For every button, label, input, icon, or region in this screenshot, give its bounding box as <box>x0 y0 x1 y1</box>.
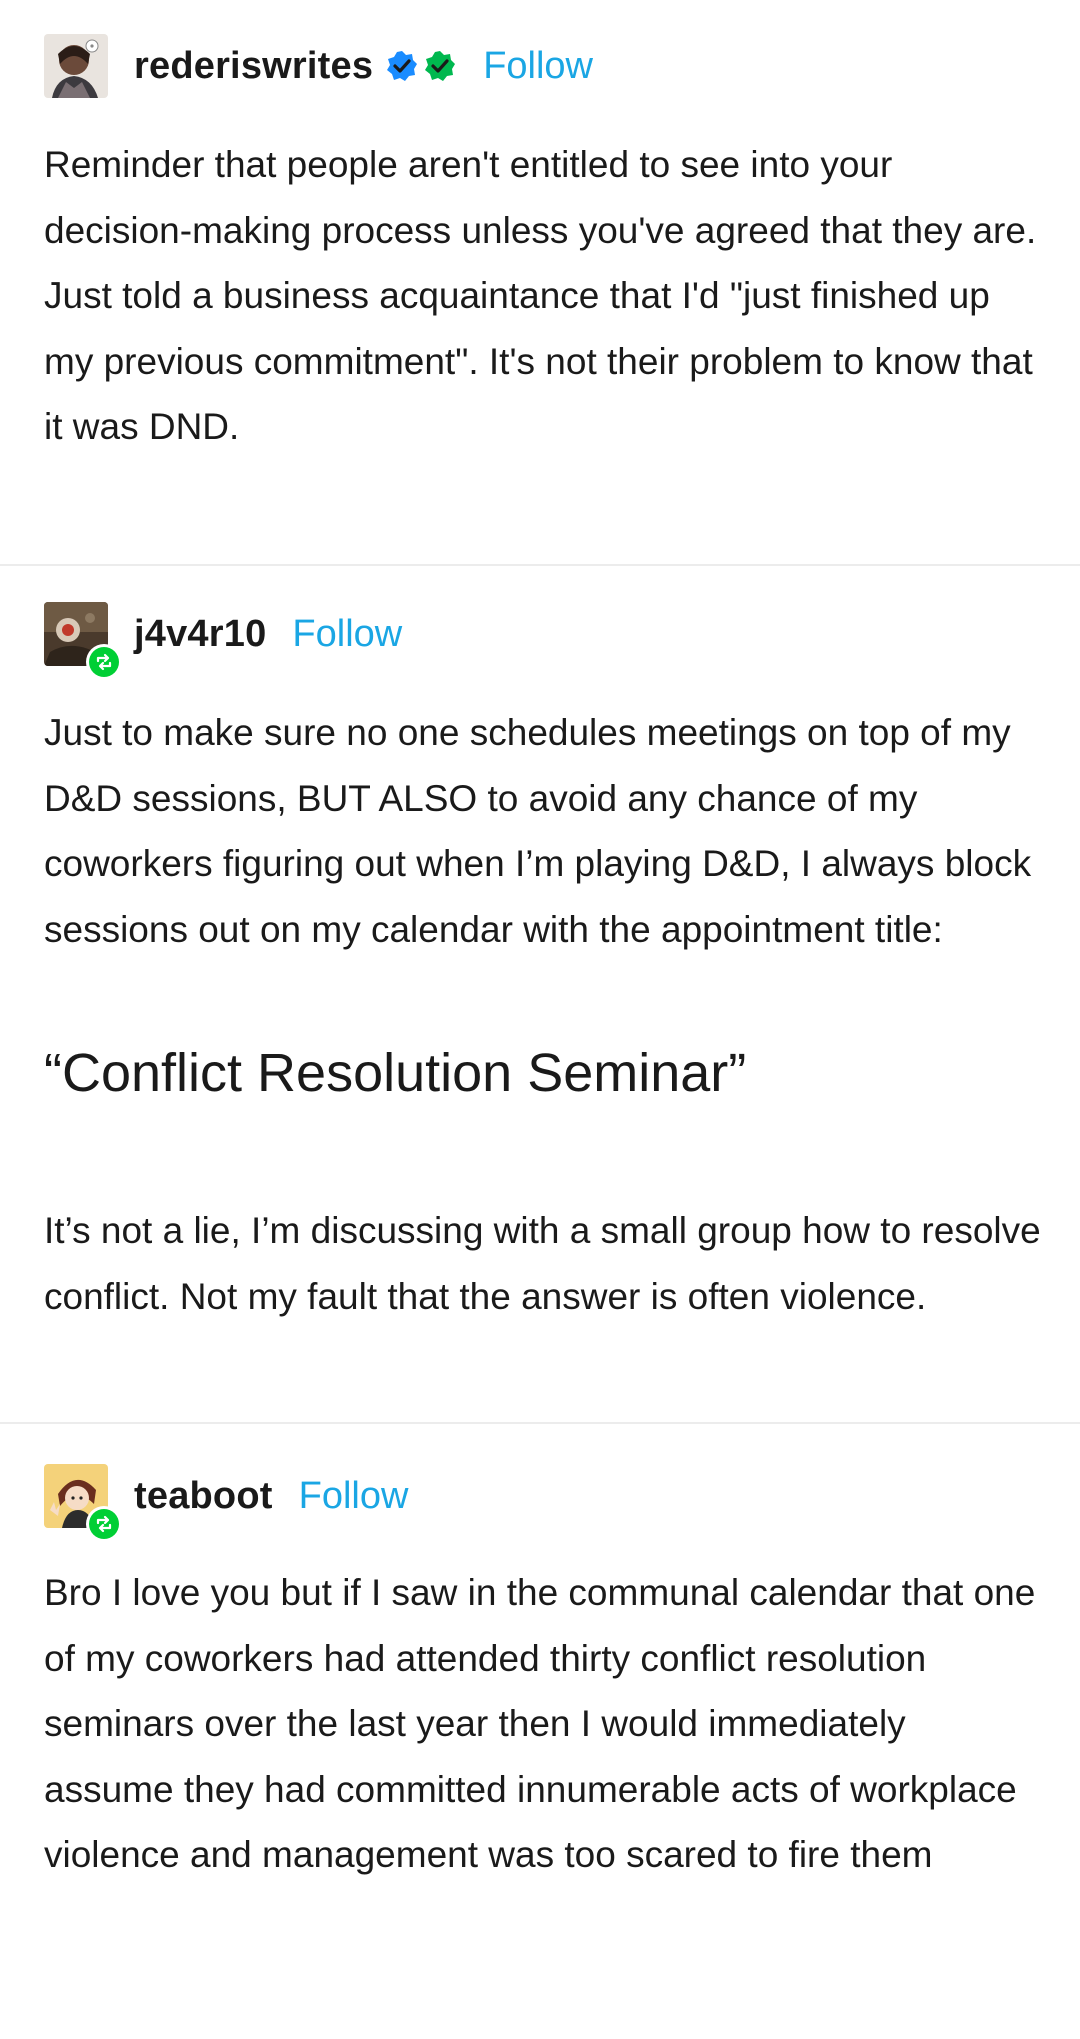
reblog-icon <box>96 1515 112 1533</box>
verified-badges <box>385 49 457 83</box>
post-rederiswrites: rederiswrites Follow Reminder that peopl… <box>0 0 1080 566</box>
post-teaboot: teaboot Follow Bro I love you but if I s… <box>0 1424 1080 2039</box>
quote-heading: “Conflict Resolution Seminar” <box>44 1043 747 1103</box>
username[interactable]: teaboot <box>134 1475 273 1518</box>
follow-button[interactable]: Follow <box>292 613 402 656</box>
username[interactable]: j4v4r10 <box>134 613 266 656</box>
avatar[interactable] <box>44 602 122 680</box>
post-body: Just to make sure no one schedules meeti… <box>44 712 1032 950</box>
avatar[interactable] <box>44 34 108 98</box>
blue-checkmark-icon <box>387 51 418 81</box>
green-checkmark-icon <box>425 51 456 81</box>
reblog-icon <box>96 653 112 671</box>
reblog-badge <box>86 1506 122 1542</box>
post-body: Reminder that people aren't entitled to … <box>44 144 1037 447</box>
post-header: teaboot Follow <box>44 1464 409 1542</box>
username[interactable]: rederiswrites <box>134 45 373 88</box>
avatar[interactable] <box>44 1464 122 1542</box>
post-header: rederiswrites Follow <box>44 34 593 98</box>
portrait-avatar-icon <box>44 34 108 98</box>
post-header: j4v4r10 Follow <box>44 602 402 680</box>
post-j4v4r10: j4v4r10 Follow Just to make sure no one … <box>0 566 1080 1424</box>
follow-button[interactable]: Follow <box>299 1475 409 1518</box>
post-body-continued: It’s not a lie, I’m discussing with a sm… <box>44 1210 1041 1317</box>
follow-button[interactable]: Follow <box>483 45 593 88</box>
reblog-badge <box>86 644 122 680</box>
post-body: Bro I love you but if I saw in the commu… <box>44 1572 1036 1875</box>
